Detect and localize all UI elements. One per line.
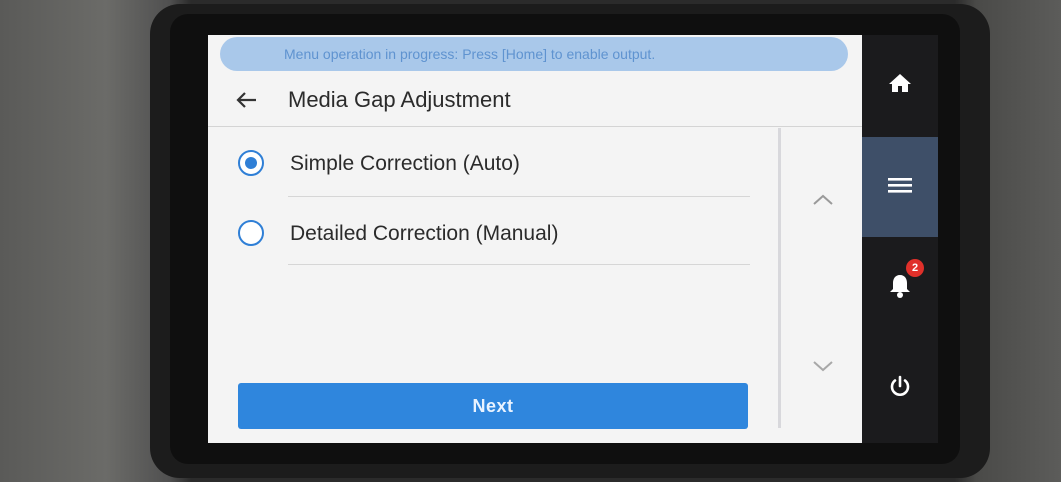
radio-selected[interactable] [238,150,264,176]
arrow-left-icon[interactable] [234,87,260,113]
next-button[interactable]: Next [238,383,748,429]
option-detailed-correction[interactable]: Detailed Correction (Manual) [208,198,778,265]
divider [288,196,750,197]
divider [288,264,750,265]
touch-screen: Menu operation in progress: Press [Home]… [208,35,862,443]
menu-button[interactable] [862,137,938,237]
page-title: Media Gap Adjustment [288,87,511,112]
option-simple-correction[interactable]: Simple Correction (Auto) [208,128,778,197]
menu-icon [887,175,913,200]
home-icon [888,72,912,99]
power-button[interactable] [862,339,938,439]
nav-rail: 2 [862,35,938,443]
home-button[interactable] [862,35,938,135]
option-label: Simple Correction (Auto) [290,152,520,175]
notification-badge: 2 [906,259,924,277]
power-icon [888,375,912,404]
notifications-button[interactable]: 2 [862,237,938,337]
radio-dot [244,156,257,169]
radio-unselected[interactable] [238,220,264,246]
status-banner: Menu operation in progress: Press [Home]… [220,37,848,71]
chevron-down-icon[interactable] [809,356,837,376]
scroll-panel [778,128,862,428]
chevron-up-icon[interactable] [809,190,837,210]
header: Media Gap Adjustment [208,73,862,127]
option-label: Detailed Correction (Manual) [290,222,559,245]
